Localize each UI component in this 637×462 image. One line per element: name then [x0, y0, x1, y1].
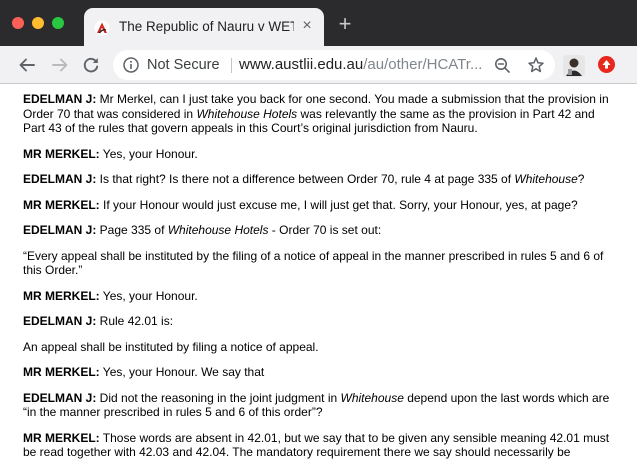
- transcript-text: If your Honour would just excuse me, I w…: [99, 197, 578, 212]
- security-label[interactable]: Not Secure: [147, 57, 220, 73]
- transcript-paragraph: EDELMAN J: Is that right? Is there not a…: [23, 172, 613, 187]
- transcript-paragraph: MR MERKEL: Yes, your Honour. We say that: [23, 365, 613, 380]
- speaker-name: EDELMAN J:: [23, 314, 97, 328]
- speaker-name: EDELMAN J:: [23, 390, 97, 405]
- tab-strip: The Republic of Nauru v WETO × +: [0, 0, 637, 46]
- transcript-text: - Order 70 is set out:: [268, 223, 382, 237]
- bookmark-star-icon[interactable]: [527, 56, 545, 74]
- profile-avatar-icon[interactable]: [563, 55, 585, 77]
- case-citation: Whitehouse: [340, 390, 404, 405]
- transcript-text: Did not the reasoning in the joint judgm…: [96, 390, 341, 405]
- toolbar: Not Secure www.austlii.edu.au/au/other/H…: [0, 46, 637, 84]
- transcript-text: An appeal shall be instituted by filing …: [23, 339, 319, 354]
- maximize-window-button[interactable]: [52, 17, 64, 29]
- transcript-text: “Every appeal shall be instituted by the…: [23, 248, 607, 278]
- speaker-name: MR MERKEL:: [23, 365, 100, 379]
- minimize-window-button[interactable]: [32, 17, 44, 29]
- url-host: www.austlii.edu.au: [239, 56, 364, 73]
- omnibox-divider: [231, 58, 232, 73]
- url-path: /au/other/HCATr...: [363, 56, 483, 73]
- up-arrow-icon: [602, 60, 611, 69]
- forward-button[interactable]: [47, 52, 73, 78]
- speaker-name: EDELMAN J:: [23, 172, 97, 186]
- austlii-favicon-icon: [94, 20, 110, 36]
- speaker-name: MR MERKEL:: [23, 197, 100, 212]
- transcript-text: Page 335 of: [96, 223, 168, 237]
- url-text[interactable]: www.austlii.edu.au/au/other/HCATr...: [239, 56, 487, 73]
- transcript-text: Yes, your Honour.: [99, 288, 198, 303]
- transcript-text: Rule 42.01 is:: [96, 314, 174, 328]
- zoom-out-icon[interactable]: [494, 57, 511, 74]
- close-window-button[interactable]: [12, 17, 24, 29]
- back-button[interactable]: [14, 52, 40, 78]
- update-icon[interactable]: [598, 56, 615, 73]
- tab-title: The Republic of Nauru v WETO: [119, 19, 294, 34]
- address-bar[interactable]: Not Secure www.austlii.edu.au/au/other/H…: [113, 50, 555, 80]
- transcript-paragraph: EDELMAN J: Rule 42.01 is:: [23, 314, 613, 329]
- window-controls: [12, 17, 64, 29]
- transcript-paragraph: EDELMAN J: Mr Merkel, can I just take yo…: [23, 92, 613, 136]
- reload-button[interactable]: [78, 52, 104, 78]
- transcript-paragraph: An appeal shall be instituted by filing …: [23, 340, 613, 355]
- info-icon[interactable]: [123, 57, 139, 73]
- reload-icon: [83, 57, 99, 73]
- tab-close-icon[interactable]: ×: [298, 17, 316, 35]
- transcript-content: EDELMAN J: Mr Merkel, can I just take yo…: [0, 85, 637, 462]
- case-citation: Whitehouse Hotels: [167, 223, 269, 237]
- transcript-text: Yes, your Honour. We say that: [99, 365, 265, 379]
- transcript-paragraph: “Every appeal shall be instituted by the…: [23, 249, 613, 278]
- browser-tab[interactable]: The Republic of Nauru v WETO ×: [84, 8, 324, 46]
- transcript-text: Yes, your Honour.: [99, 146, 198, 161]
- case-citation: Whitehouse Hotels: [196, 106, 298, 121]
- speaker-name: MR MERKEL:: [23, 288, 100, 303]
- speaker-name: EDELMAN J:: [23, 92, 97, 106]
- transcript-text: Is that right? Is there not a difference…: [96, 172, 515, 186]
- transcript-paragraph: EDELMAN J: Did not the reasoning in the …: [23, 391, 613, 420]
- transcript-paragraph: MR MERKEL: Those words are absent in 42.…: [23, 431, 613, 460]
- transcript-text: Those words are absent in 42.01, but we …: [23, 430, 613, 460]
- transcript-text: ?: [577, 172, 585, 186]
- transcript-paragraph: MR MERKEL: Yes, your Honour.: [23, 147, 613, 162]
- transcript-paragraph: MR MERKEL: Yes, your Honour.: [23, 289, 613, 304]
- transcript-paragraph: EDELMAN J: Page 335 of Whitehouse Hotels…: [23, 223, 613, 238]
- speaker-name: MR MERKEL:: [23, 430, 100, 445]
- transcript-paragraph: MR MERKEL: If your Honour would just exc…: [23, 198, 613, 213]
- speaker-name: EDELMAN J:: [23, 223, 97, 237]
- new-tab-button[interactable]: +: [334, 13, 356, 35]
- speaker-name: MR MERKEL:: [23, 146, 100, 161]
- back-arrow-icon: [19, 58, 35, 72]
- case-citation: Whitehouse: [514, 172, 578, 186]
- forward-arrow-icon: [52, 58, 68, 72]
